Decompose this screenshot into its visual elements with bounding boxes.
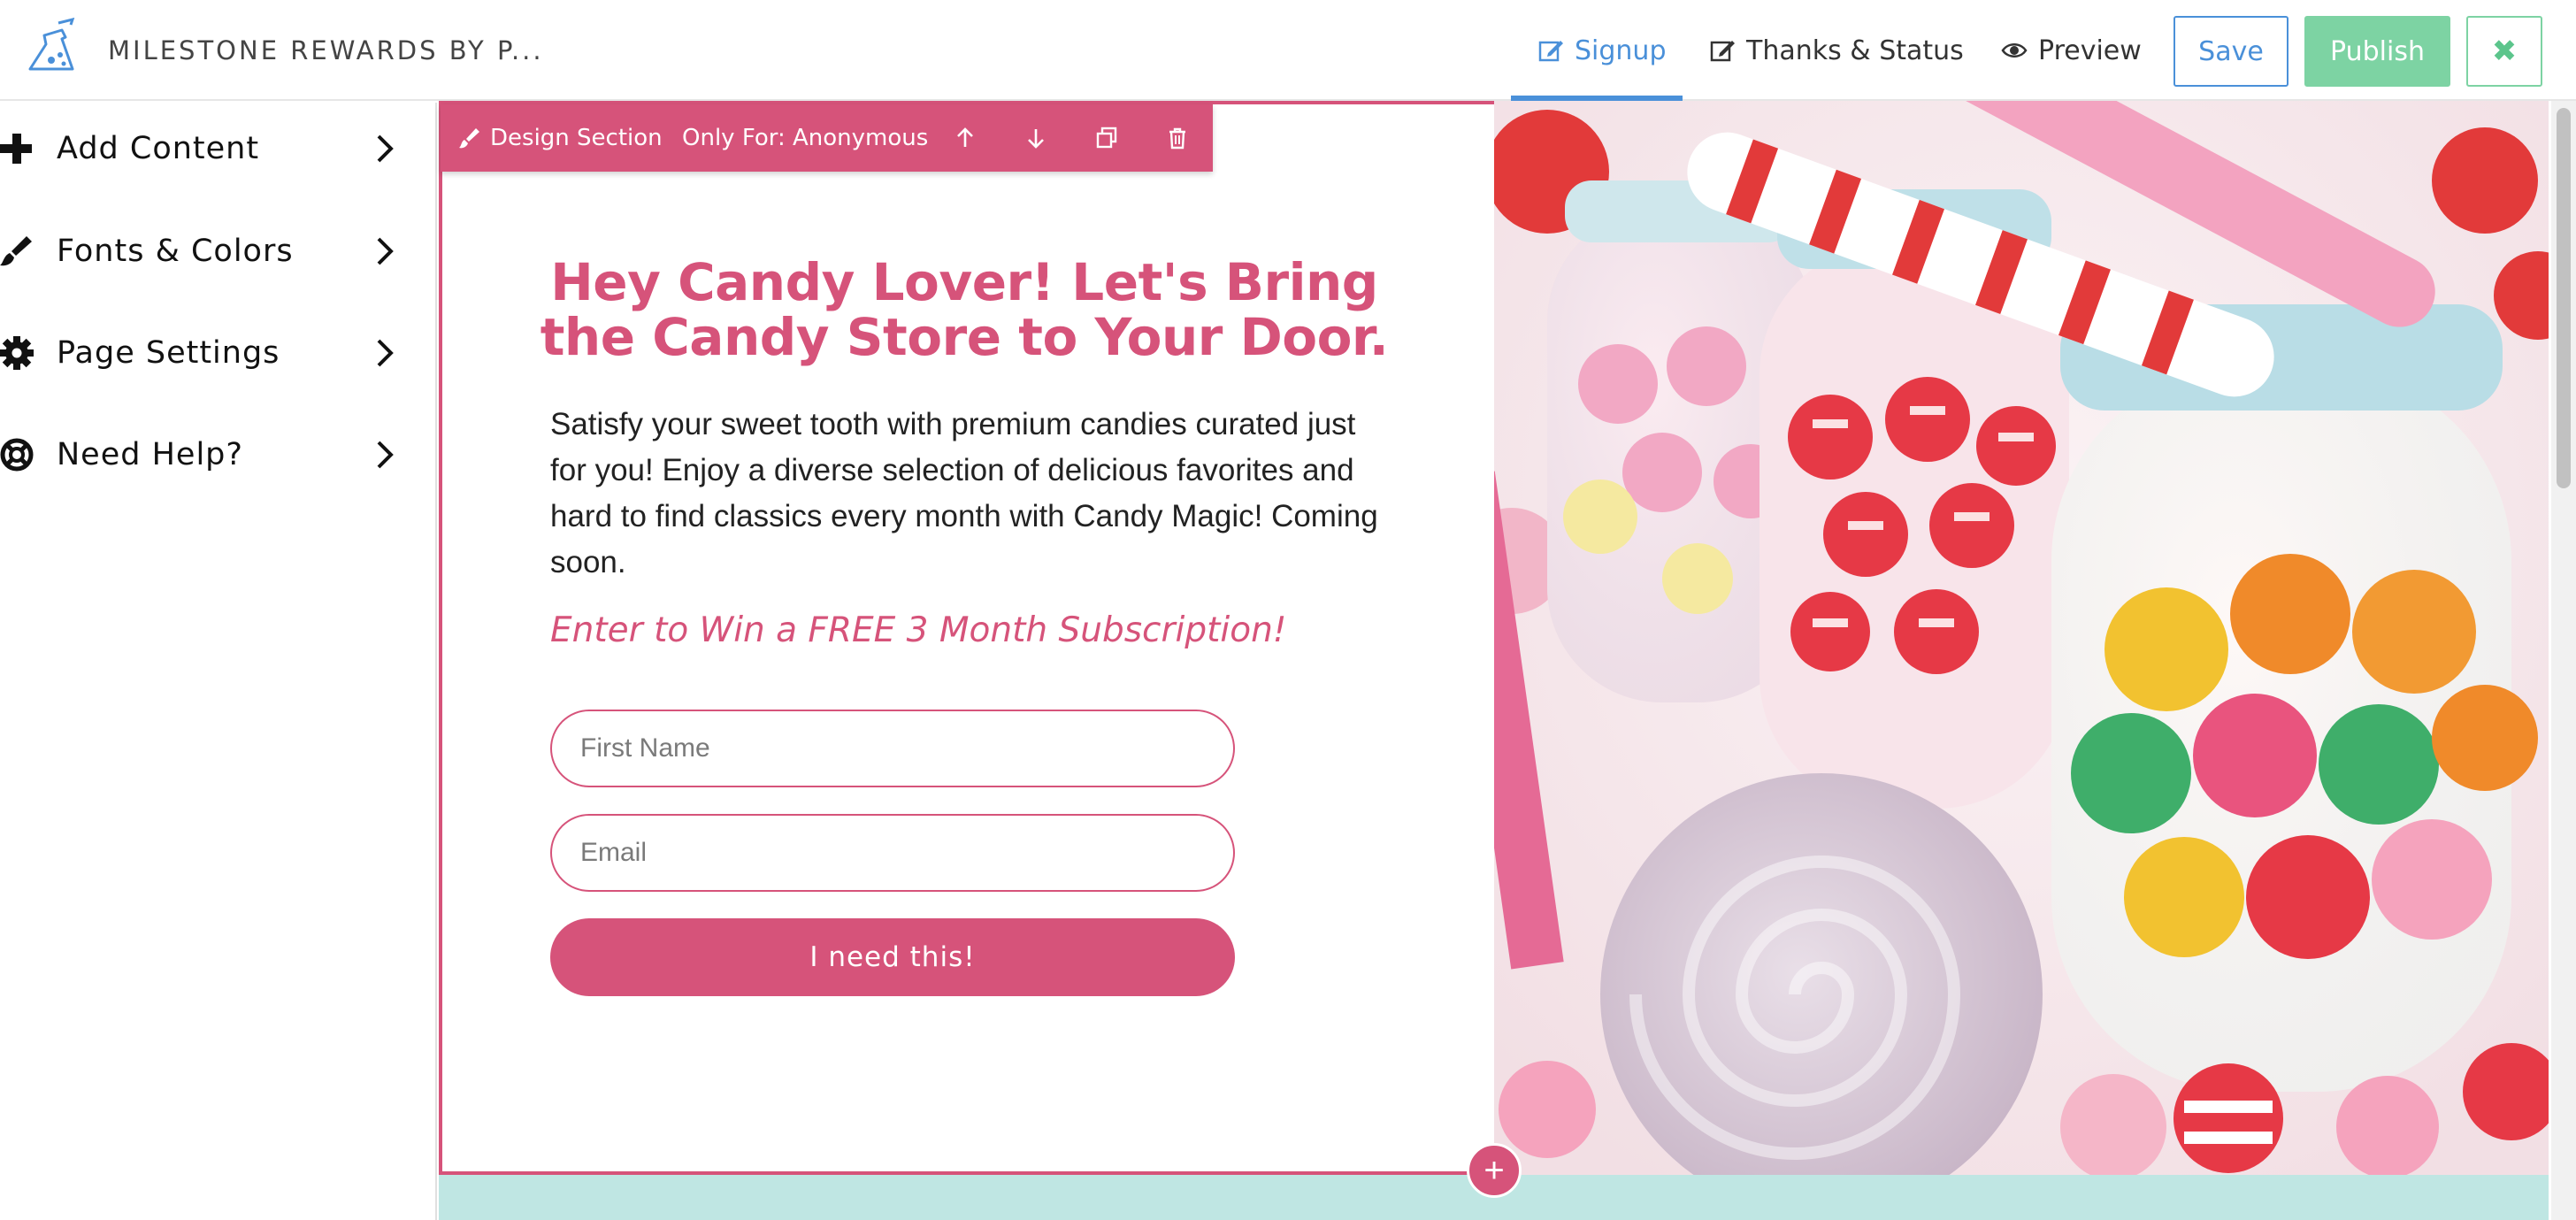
move-up-button[interactable] — [954, 104, 977, 172]
publish-button[interactable]: Publish — [2304, 16, 2450, 87]
delete-button[interactable] — [1166, 104, 1189, 172]
flask-logo-icon[interactable] — [27, 18, 83, 78]
tab-label: Signup — [1575, 35, 1667, 66]
first-name-field[interactable] — [550, 710, 1235, 787]
chevron-right-icon — [377, 134, 394, 163]
eye-icon — [2001, 43, 2028, 58]
trash-icon — [1169, 127, 1185, 150]
gear-icon — [0, 336, 34, 370]
top-bar: MILESTONE REWARDS BY P... Signup Thanks … — [0, 0, 2576, 101]
tab-preview[interactable]: Preview — [2001, 0, 2142, 101]
edit-icon — [1538, 41, 1563, 62]
tab-thanks-status[interactable]: Thanks & Status — [1709, 0, 1964, 101]
tab-label: Thanks & Status — [1746, 35, 1964, 66]
plus-icon — [0, 132, 34, 165]
move-down-button[interactable] — [1024, 104, 1047, 172]
app-title: MILESTONE REWARDS BY P... — [108, 35, 544, 65]
visibility-label: Only For: Anonymous — [682, 125, 929, 151]
brush-icon — [0, 234, 34, 268]
candy-hero-image[interactable] — [1494, 101, 2549, 1175]
sidebar-item-label: Add Content — [57, 131, 260, 166]
sidebar-item-label: Page Settings — [57, 335, 280, 371]
sidebar: Add Content Fonts & Colors Page Settings — [0, 103, 437, 1220]
save-button[interactable]: Save — [2174, 16, 2288, 87]
close-button[interactable]: ✖ — [2466, 16, 2542, 87]
arrow-down-icon — [1028, 129, 1044, 149]
section-toolbar: Design Section Only For: Anonymous — [441, 104, 1213, 172]
submit-button[interactable]: I need this! — [550, 918, 1235, 996]
chevron-right-icon — [377, 339, 394, 367]
brush-icon — [459, 128, 479, 149]
tab-label: Preview — [2038, 35, 2142, 66]
sidebar-item-label: Fonts & Colors — [57, 234, 294, 269]
sidebar-item-page-settings[interactable]: Page Settings — [0, 309, 437, 397]
design-section-label: Design Section — [490, 125, 663, 151]
arrow-up-icon — [957, 127, 973, 147]
sidebar-item-add-content[interactable]: Add Content — [0, 104, 437, 193]
design-section-button[interactable]: Design Section — [458, 104, 663, 172]
sidebar-item-need-help[interactable]: Need Help? — [0, 411, 437, 499]
chevron-right-icon — [377, 441, 394, 469]
lifebuoy-icon — [0, 438, 34, 472]
copy-icon — [1096, 127, 1117, 149]
page-headline[interactable]: Hey Candy Lover! Let's Bring the Candy S… — [495, 255, 1433, 364]
giveaway-subhead[interactable]: Enter to Win a FREE 3 Month Subscription… — [550, 610, 1286, 650]
sidebar-item-label: Need Help? — [57, 437, 243, 472]
edit-icon — [1710, 41, 1735, 62]
email-field[interactable] — [550, 814, 1235, 892]
chevron-right-icon — [377, 237, 394, 265]
intro-text[interactable]: Satisfy your sweet tooth with premium ca… — [550, 402, 1399, 586]
scrollbar-thumb[interactable] — [2557, 108, 2571, 488]
tab-signup[interactable]: Signup — [1537, 0, 1667, 101]
duplicate-button[interactable] — [1095, 104, 1118, 172]
add-section-button[interactable]: + — [1467, 1143, 1522, 1198]
candy-illustration — [1494, 101, 2549, 1175]
sidebar-item-fonts-colors[interactable]: Fonts & Colors — [0, 207, 437, 295]
visibility-button[interactable]: Only For: Anonymous — [682, 104, 928, 172]
